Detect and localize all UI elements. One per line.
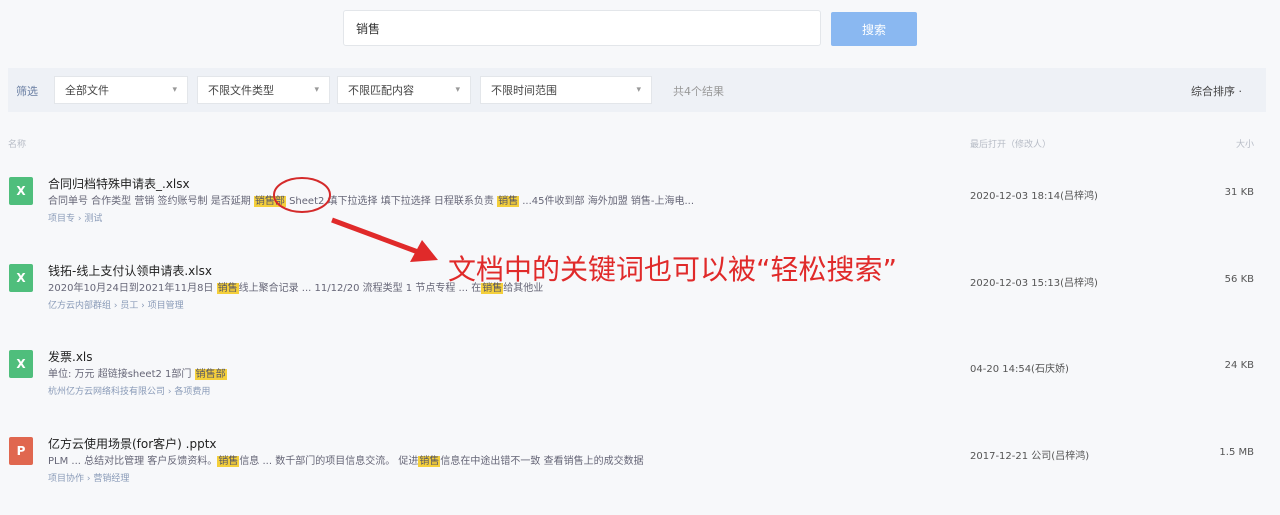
annotation-text: 文档中的关键词也可以被“轻松搜索” — [448, 253, 898, 286]
arrow-shaft — [331, 217, 419, 255]
highlight-circle — [273, 177, 331, 213]
